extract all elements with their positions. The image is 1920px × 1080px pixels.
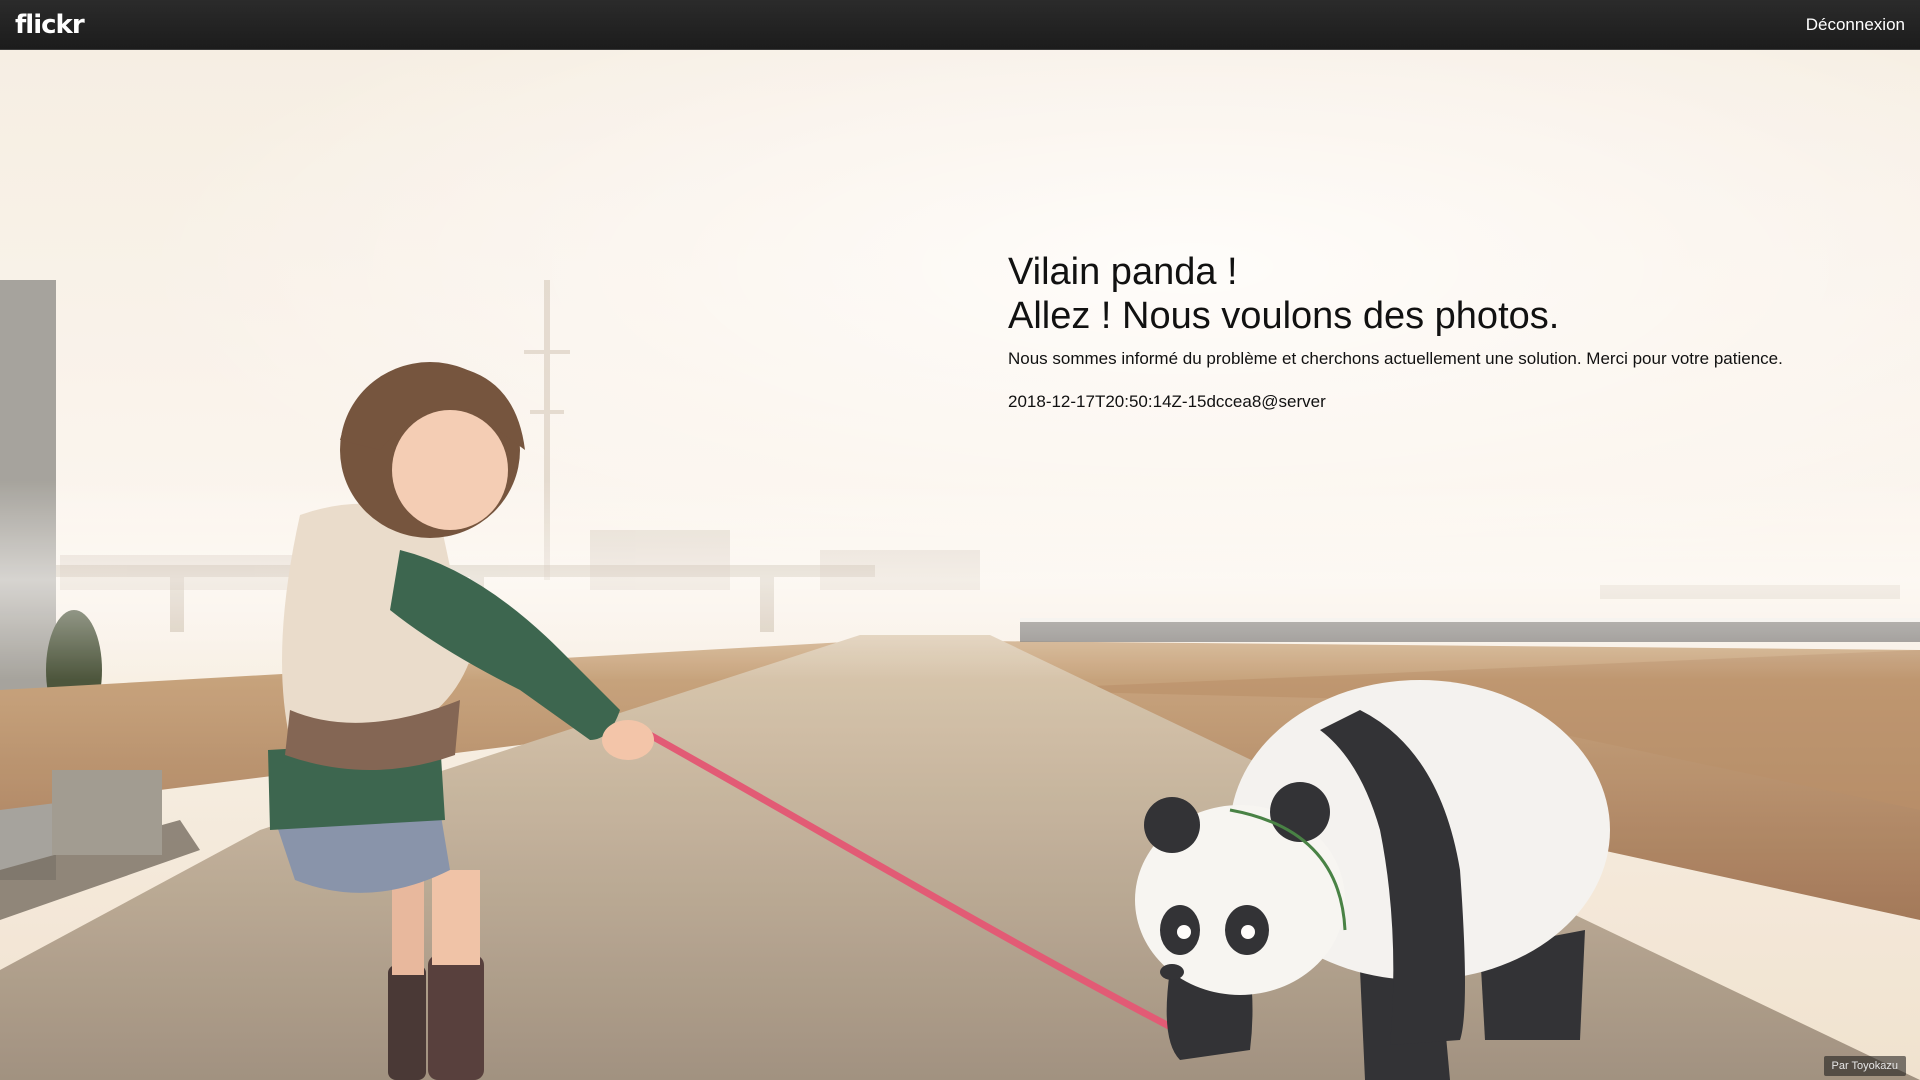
panda-leash-illustration <box>0 50 1920 1080</box>
error-title-line-2: Allez ! Nous voulons des photos. <box>1008 295 1560 337</box>
signout-link[interactable]: Déconnexion <box>1806 15 1905 35</box>
top-navigation-bar: flickr Déconnexion <box>0 0 1920 50</box>
error-code: 2018-12-17T20:50:14Z-15dccea8@server <box>1008 392 1326 411</box>
error-title-line-1: Vilain panda ! <box>1008 251 1238 293</box>
error-message-block: Vilain panda ! Allez ! Nous voulons des … <box>1008 250 1888 413</box>
error-description: Nous sommes informé du problème et cherc… <box>1008 349 1783 368</box>
hero-photo: Par Toyokazu <box>0 50 1920 1080</box>
error-title: Vilain panda ! Allez ! Nous voulons des … <box>1008 250 1888 338</box>
flickr-logo[interactable]: flickr <box>15 10 85 40</box>
photo-credit[interactable]: Par Toyokazu <box>1823 1056 1906 1076</box>
